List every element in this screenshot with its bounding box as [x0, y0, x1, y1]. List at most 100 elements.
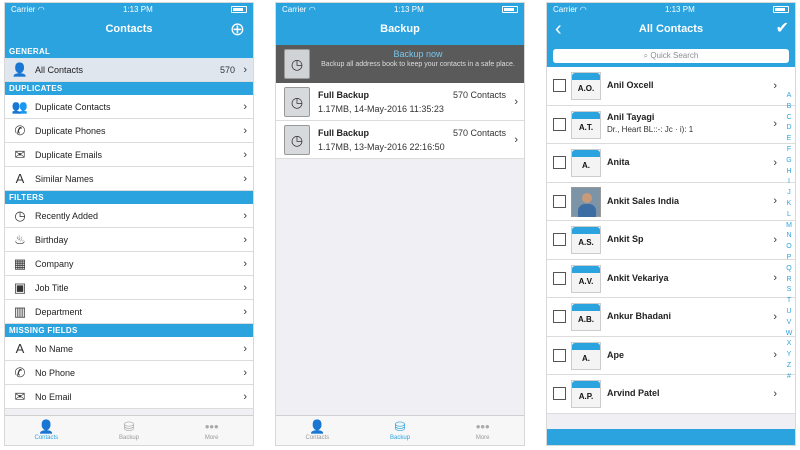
menu-row-label: Job Title — [35, 282, 69, 293]
chevron-right-icon: › — [773, 233, 777, 246]
contact-name: Ankur Bhadani — [607, 311, 672, 321]
menu-row[interactable]: ✉ No Email › — [5, 385, 253, 409]
contact-name: Anil Tayagi — [607, 111, 655, 122]
more-icon: ••• — [204, 419, 219, 434]
index-letter[interactable]: A — [784, 91, 794, 102]
contact-row[interactable]: A. Anita › — [547, 144, 795, 183]
menu-row[interactable]: ♨ Birthday › — [5, 228, 253, 252]
menu-row-label: Duplicate Phones — [35, 125, 106, 136]
index-letter[interactable]: X — [784, 339, 794, 350]
chevron-right-icon: › — [773, 118, 777, 131]
battery-icon — [502, 5, 518, 13]
menu-row[interactable]: 👤 All Contacts 570 › — [5, 58, 253, 82]
backup-row[interactable]: ◷ Full Backup 570 Contacts 1.17MB, 13-May-2… — [276, 121, 524, 159]
contact-checkbox[interactable] — [553, 271, 566, 285]
index-letter[interactable]: V — [784, 318, 794, 329]
menu-row[interactable]: ▣ Job Title › — [5, 276, 253, 300]
index-letter[interactable]: T — [784, 296, 794, 307]
avatar — [571, 186, 601, 217]
index-letter[interactable]: G — [784, 156, 794, 167]
backup-list: ◷ Full Backup 570 Contacts 1.17MB, 14-May-2… — [276, 83, 524, 159]
bottom-toolbar — [547, 429, 795, 445]
menu-row[interactable]: ✆ No Phone › — [5, 361, 253, 385]
contact-checkbox[interactable] — [553, 310, 566, 323]
menu-row-label: No Email — [35, 391, 72, 402]
index-letter[interactable]: K — [784, 199, 794, 210]
building-icon: ▦ — [13, 255, 27, 271]
alphabet-index[interactable]: A B C D E F G H I J K L M N O P Q R S T U V W X Y Z # — [784, 91, 794, 383]
menu-row[interactable]: ✆ Duplicate Phones › — [5, 119, 253, 143]
backup-now-title: Backup now — [393, 49, 443, 59]
menu-row[interactable]: ✉ Duplicate Emails › — [5, 143, 253, 167]
menu-row[interactable]: ◷ Recently Added › — [5, 204, 253, 228]
index-letter[interactable]: E — [784, 134, 794, 145]
index-letter[interactable]: N — [784, 231, 794, 242]
menu-row[interactable]: 👥 Duplicate Contacts › — [5, 95, 253, 119]
battery-icon — [773, 5, 789, 13]
menu-row[interactable]: A No Name › — [5, 337, 253, 361]
index-letter[interactable]: B — [784, 102, 794, 113]
contact-checkbox[interactable] — [553, 79, 566, 92]
index-letter[interactable]: S — [784, 285, 794, 296]
contact-row[interactable]: A.P. Arvind Patel › — [547, 375, 795, 414]
index-letter[interactable]: Z — [784, 361, 794, 372]
tab-contacts[interactable]: 👤 Contacts — [276, 416, 359, 445]
menu-row-label: Duplicate Contacts — [35, 101, 111, 112]
contact-row[interactable]: A.O. Anil Oxcell › — [547, 67, 795, 106]
index-letter[interactable]: W — [784, 329, 794, 340]
index-letter[interactable]: # — [784, 372, 794, 383]
index-letter[interactable]: P — [784, 253, 794, 264]
index-letter[interactable]: U — [784, 307, 794, 318]
contact-row[interactable]: A.T. Anil Tayagi Dr., Heart BL::-: Jc · i)… — [547, 105, 795, 144]
index-letter[interactable]: Y — [784, 350, 794, 361]
font-plus-icon: A — [15, 341, 25, 356]
contact-checkbox[interactable] — [553, 387, 566, 400]
contact-row[interactable]: A.V. Ankit Vekariya › — [547, 259, 795, 298]
contact-row[interactable]: A.S. Ankit Sp › — [547, 221, 795, 260]
search-input[interactable]: ⌕ Quick Search — [553, 49, 789, 63]
contact-row[interactable]: A. Ape › — [547, 336, 795, 375]
nav-bar: Carrier ◠ 1:13 PM Backup — [276, 3, 524, 45]
contact-card-icon: A.O. — [571, 72, 601, 100]
tab-backup[interactable]: ⛁ Backup — [88, 416, 171, 445]
chevron-right-icon: › — [773, 349, 777, 362]
count-label: 570 — [219, 64, 235, 75]
backup-row[interactable]: ◷ Full Backup 570 Contacts 1.17MB, 14-May-2… — [276, 83, 524, 121]
index-letter[interactable]: L — [784, 210, 794, 221]
menu-row[interactable]: ▥ Department › — [5, 300, 253, 324]
contact-checkbox[interactable] — [553, 348, 566, 362]
chevron-right-icon: › — [243, 63, 247, 76]
contact-checkbox[interactable] — [553, 233, 566, 246]
add-contact-icon[interactable]: ⊕ — [230, 19, 245, 39]
contact-name: Ankit Sales India — [607, 195, 680, 206]
contact-checkbox[interactable] — [553, 194, 566, 208]
menu-row[interactable]: A Similar Names › — [5, 167, 253, 191]
index-letter[interactable]: I — [784, 177, 794, 188]
index-letter[interactable]: M — [784, 221, 794, 232]
contact-checkbox[interactable] — [553, 156, 566, 169]
contact-checkbox[interactable] — [553, 117, 566, 131]
index-letter[interactable]: O — [784, 242, 794, 253]
index-letter[interactable]: H — [784, 167, 794, 178]
tab-backup[interactable]: ⛁ Backup — [359, 416, 442, 445]
index-letter[interactable]: D — [784, 123, 794, 134]
menu-row[interactable]: ▦ Company › — [5, 252, 253, 276]
index-letter[interactable]: J — [784, 188, 794, 199]
tab-more[interactable]: ••• More — [441, 416, 524, 445]
index-letter[interactable]: F — [784, 145, 794, 156]
carrier-label: Carrier — [282, 4, 307, 14]
backup-now-banner[interactable]: ◷ Backup now Backup all address book to … — [276, 45, 524, 83]
tab-more[interactable]: ••• More — [170, 416, 253, 445]
select-all-icon[interactable]: ✔ — [776, 19, 789, 39]
contact-row[interactable]: Ankit Sales India › — [547, 182, 795, 221]
tab-contacts[interactable]: 👤 Contacts — [5, 416, 88, 445]
chevron-right-icon: › — [773, 272, 777, 285]
section-header: MISSING FIELDS — [5, 324, 253, 337]
index-letter[interactable]: Q — [784, 264, 794, 275]
chevron-right-icon: › — [514, 133, 518, 146]
index-letter[interactable]: R — [784, 275, 794, 286]
index-letter[interactable]: C — [784, 113, 794, 124]
contact-row[interactable]: A.B. Ankur Bhadani › — [547, 298, 795, 337]
briefcase-icon: ▣ — [13, 279, 27, 295]
menu-row-label: No Phone — [35, 367, 76, 378]
